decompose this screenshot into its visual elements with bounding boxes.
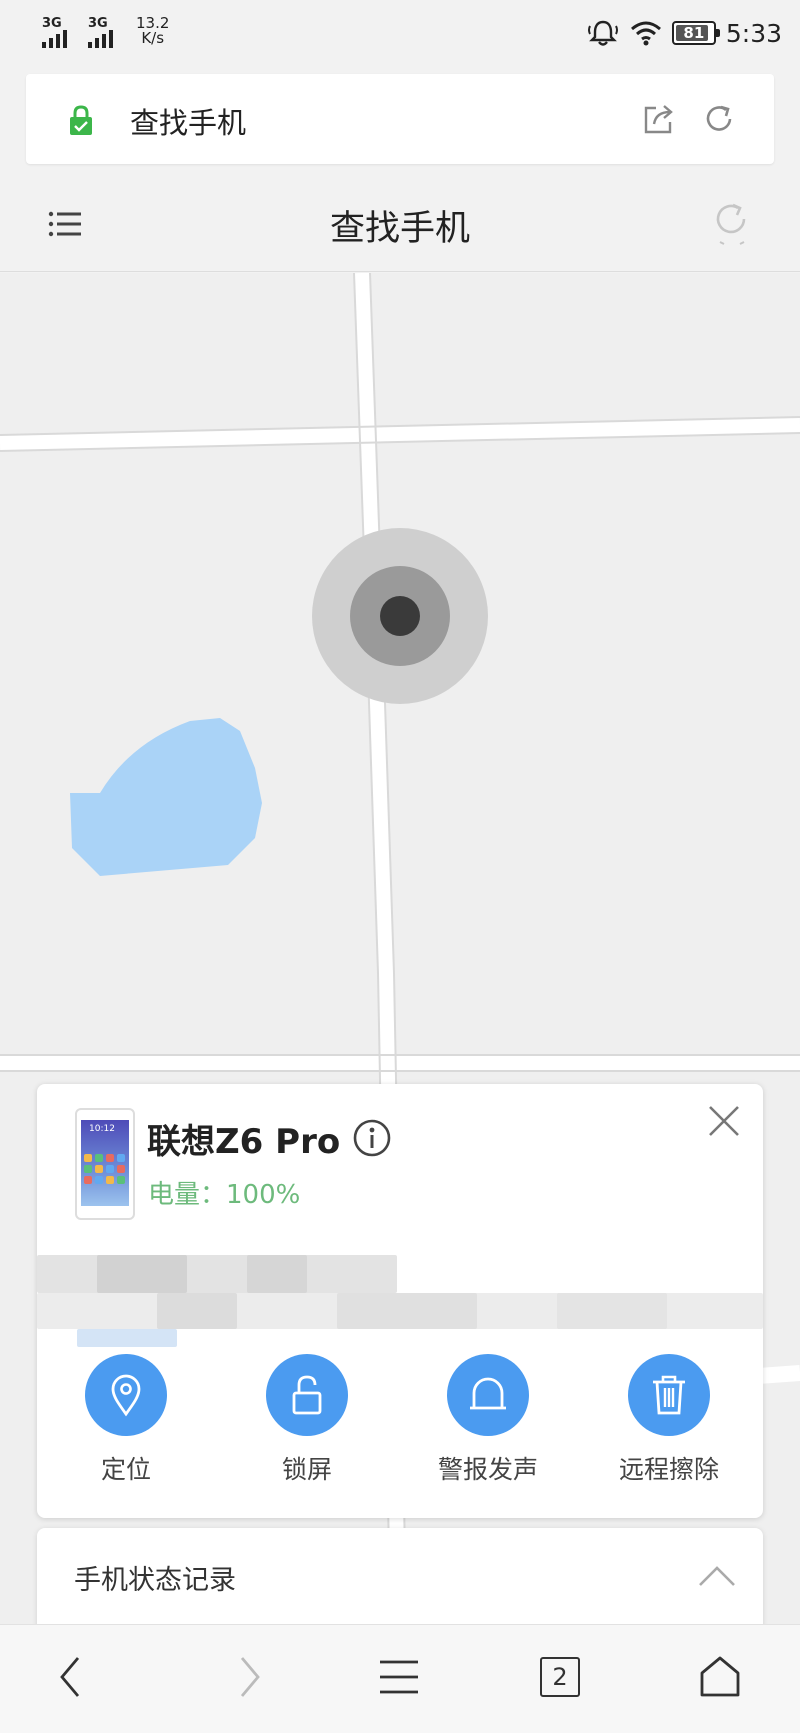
status-right: 81 5:33 bbox=[586, 16, 782, 50]
signal2-label: 3G bbox=[88, 16, 108, 31]
lock-icon bbox=[70, 105, 92, 135]
speed-unit: K/s bbox=[141, 29, 165, 47]
unlock-icon bbox=[292, 1375, 322, 1415]
device-thumbnail: 10:12 bbox=[75, 1108, 135, 1220]
back-icon[interactable] bbox=[58, 1655, 82, 1699]
close-icon[interactable] bbox=[707, 1104, 741, 1138]
locate-label: 定位 bbox=[100, 1455, 151, 1484]
clock: 5:33 bbox=[725, 18, 782, 48]
wifi-icon bbox=[630, 21, 661, 46]
remote-wipe-button[interactable]: 远程擦除 bbox=[599, 1354, 739, 1486]
menu-lines-icon[interactable] bbox=[378, 1659, 420, 1695]
url-title: 查找手机 bbox=[130, 106, 247, 140]
battery-level: 81 bbox=[683, 24, 705, 42]
info-icon[interactable] bbox=[352, 1118, 392, 1158]
status-record-title: 手机状态记录 bbox=[74, 1565, 236, 1596]
lock-screen-button[interactable]: 锁屏 bbox=[237, 1354, 377, 1486]
status-bar: 3G 3G 13.2 K/s 81 5:33 bbox=[0, 0, 800, 66]
thumb-time: 10:12 bbox=[89, 1124, 115, 1134]
network-speed: 13.2 K/s bbox=[136, 16, 169, 46]
battery-status: 电量：100% bbox=[148, 1180, 301, 1210]
remote-wipe-label: 远程擦除 bbox=[618, 1455, 719, 1484]
signal1-label: 3G bbox=[42, 16, 62, 31]
chevron-up-icon[interactable] bbox=[697, 1564, 737, 1588]
device-name: 联想Z6 Pro bbox=[147, 1122, 341, 1162]
signal1-icon bbox=[42, 30, 67, 48]
browser-bottom-nav: 2 bbox=[0, 1624, 800, 1733]
device-card: 10:12 联想Z6 Pro 电量：100% 定位 锁屏 警报发声 远程擦除 bbox=[37, 1084, 763, 1518]
blurred-address bbox=[37, 1249, 763, 1349]
alarm-bell-icon bbox=[587, 20, 618, 46]
alarm-button[interactable]: 警报发声 bbox=[418, 1354, 558, 1486]
refresh-icon[interactable] bbox=[712, 202, 752, 246]
trash-icon bbox=[653, 1375, 685, 1415]
device-actions: 定位 锁屏 警报发声 远程擦除 bbox=[37, 1354, 763, 1514]
locate-button[interactable]: 定位 bbox=[56, 1354, 196, 1486]
tabs-icon[interactable]: 2 bbox=[540, 1657, 580, 1697]
browser-url-bar[interactable]: 查找手机 bbox=[26, 74, 774, 164]
battery-icon: 81 bbox=[671, 21, 720, 45]
bell-icon bbox=[470, 1377, 506, 1410]
home-icon[interactable] bbox=[698, 1655, 742, 1699]
location-marker bbox=[312, 528, 488, 704]
page-title: 查找手机 bbox=[329, 209, 470, 249]
reload-icon[interactable] bbox=[702, 102, 736, 136]
app-header: 查找手机 bbox=[0, 172, 800, 272]
lock-screen-label: 锁屏 bbox=[281, 1455, 332, 1484]
forward-icon[interactable] bbox=[238, 1655, 262, 1699]
find-phone-page: 3G 3G 13.2 K/s 81 5:33 查找手机 查找手机 10:12 联… bbox=[0, 0, 800, 1733]
location-pin-icon bbox=[111, 1374, 141, 1417]
alarm-label: 警报发声 bbox=[437, 1455, 538, 1484]
share-icon[interactable] bbox=[642, 102, 676, 136]
signal2-icon bbox=[88, 30, 113, 48]
